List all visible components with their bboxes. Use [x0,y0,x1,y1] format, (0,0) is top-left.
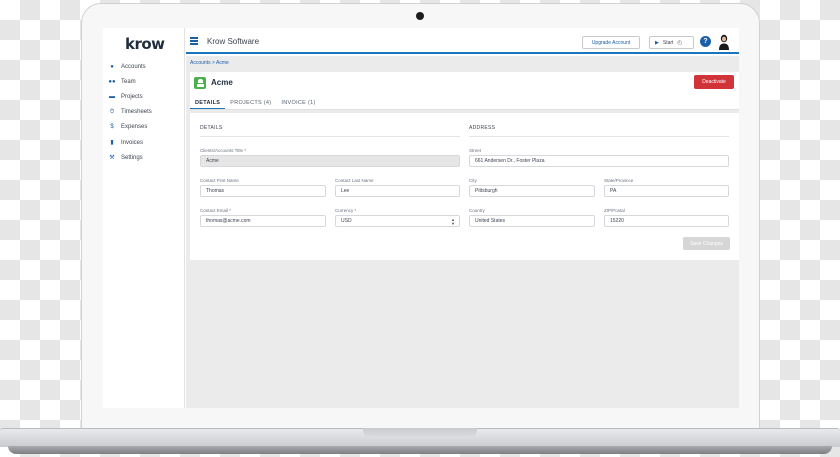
avatar[interactable] [718,34,730,50]
help-icon[interactable]: ? [700,36,711,47]
document-icon: ▮ [110,140,114,147]
sidebar-item-label: Projects [121,93,143,100]
sidebar: krow ● Accounts ●● Team ▬ Projects ⏱ Tim… [103,28,185,408]
last-name-label: Contact Last Name [335,178,374,183]
state-field[interactable]: PA [604,185,729,197]
sidebar-item-invoices[interactable]: ▮ Invoices [108,135,184,150]
camera-icon [416,12,424,20]
account-icon [194,77,206,89]
street-label: Street [469,148,482,153]
country-label: Country [469,208,485,213]
tab-details[interactable]: DETAILS [190,97,226,109]
zip-label: ZIP/Postal [604,208,625,213]
sidebar-item-label: Team [121,78,136,85]
record-header: Acme Deactivate DETAILS PROJECTS (4) INV… [190,72,739,110]
deactivate-button[interactable]: Deactivate [694,75,734,89]
app-title: Krow Software [207,37,260,46]
laptop-notch [363,428,477,438]
main-content: Accounts > Acme Acme Deactivate DETAILS … [186,56,739,408]
client-title-field: Acme [200,155,460,167]
sidebar-item-label: Invoices [121,139,144,146]
sidebar-item-projects[interactable]: ▬ Projects [108,89,184,104]
sidebar-item-label: Accounts [121,63,146,70]
tab-invoice[interactable]: INVOICE (1) [276,97,320,109]
street-field[interactable]: 661 Andersen Dr., Foster Plaza [469,155,729,167]
currency-label: Currency * [335,208,357,213]
client-title-label: Clients/Accounts Title * [200,148,247,153]
first-name-field[interactable]: Thomas [200,185,326,197]
sidebar-nav: ● Accounts ●● Team ▬ Projects ⏱ Timeshee… [108,59,184,165]
start-label: Start [662,39,674,46]
first-name-label: Contact First Name [200,178,239,183]
details-form: DETAILS ADDRESS Clients/Accounts Title *… [190,113,739,260]
divider [200,136,460,137]
sidebar-item-label: Timesheets [121,109,152,116]
save-changes-button[interactable]: Save Changes [683,237,730,250]
currency-select[interactable]: USD ▲ ▼ [335,215,460,227]
last-name-field[interactable]: Lee [335,185,460,197]
email-field[interactable]: thomas@acme.com [200,215,326,227]
divider [469,136,729,137]
email-label: Contact Email * [200,208,232,213]
page-title: Acme [211,78,233,87]
screen: krow ● Accounts ●● Team ▬ Projects ⏱ Tim… [103,28,739,408]
wrench-icon: ⚒ [109,155,115,162]
sidebar-item-settings[interactable]: ⚒ Settings [108,150,184,165]
city-field[interactable]: Pittsburgh [469,185,595,197]
upgrade-account-button[interactable]: Upgrade Account [582,36,640,49]
state-label: State/Province [604,178,634,183]
sidebar-item-accounts[interactable]: ● Accounts [108,59,184,74]
country-field[interactable]: United States [469,215,595,227]
address-heading: ADDRESS [469,125,496,131]
sidebar-item-label: Expenses [121,124,148,131]
clock-icon: ⏱ [109,108,115,115]
folder-icon: ▬ [109,93,115,100]
play-icon: ▶ [655,39,659,46]
top-bar: Krow Software Upgrade Account ▶ Start ◴ … [186,28,739,54]
team-icon: ●● [108,78,116,85]
sidebar-item-label: Settings [121,154,143,161]
logo: krow [125,35,165,53]
chevron-updown-icon: ▲ ▼ [451,217,455,226]
zip-field[interactable]: 15220 [604,215,729,227]
record-tabs: DETAILS PROJECTS (4) INVOICE (1) [190,97,321,110]
person-icon: ● [110,63,114,70]
dollar-icon: $ [110,124,114,131]
start-timer-button[interactable]: ▶ Start ◴ [649,36,694,49]
sidebar-item-timesheets[interactable]: ⏱ Timesheets [108,105,184,120]
city-label: City [469,178,477,183]
clock-icon: ◴ [677,39,683,46]
sidebar-item-team[interactable]: ●● Team [108,74,184,89]
tab-projects[interactable]: PROJECTS (4) [225,97,276,109]
laptop-base-bottom [8,446,832,454]
sidebar-item-expenses[interactable]: $ Expenses [108,120,184,135]
currency-value: USD [341,218,352,224]
breadcrumb[interactable]: Accounts > Acme [190,60,229,66]
menu-icon[interactable] [190,37,198,45]
details-heading: DETAILS [200,125,223,131]
